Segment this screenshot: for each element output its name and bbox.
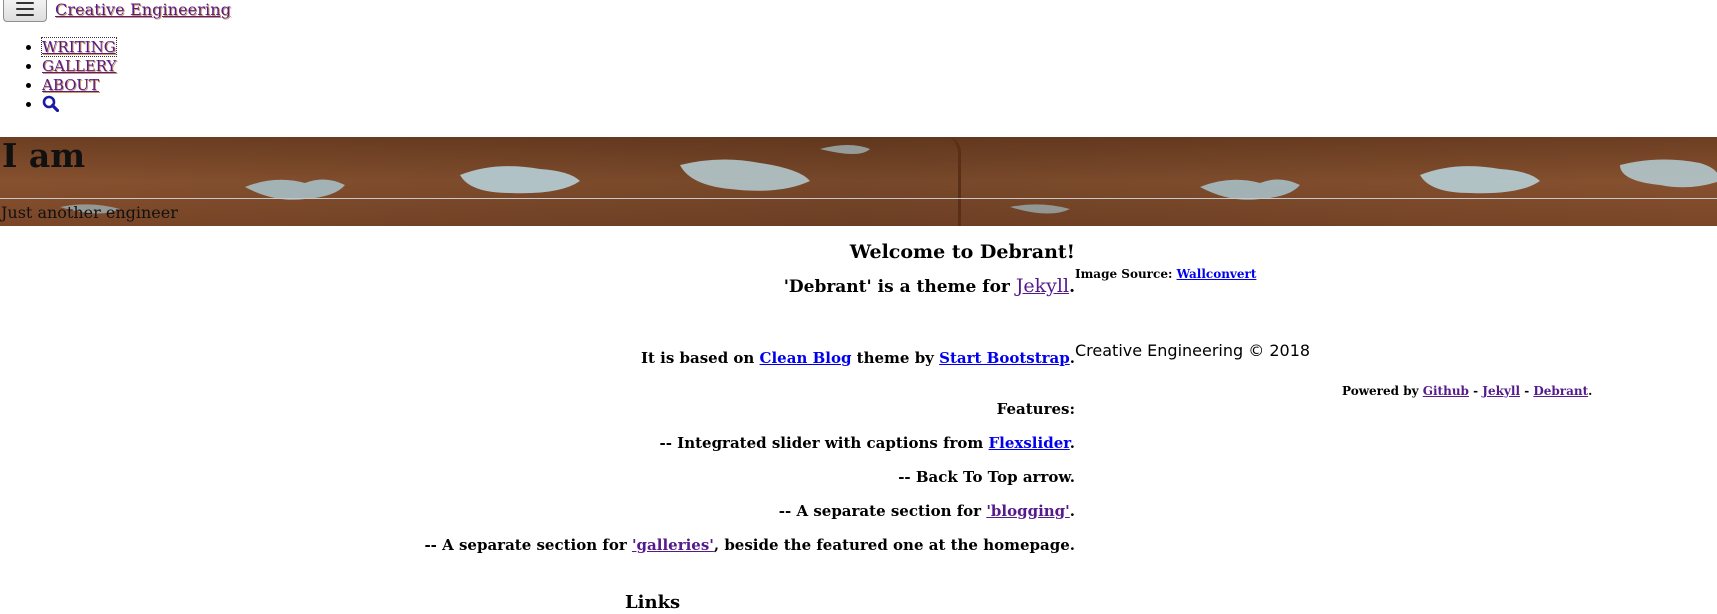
search-link[interactable] bbox=[42, 95, 59, 113]
based-text: It is based on bbox=[640, 349, 760, 367]
search-icon bbox=[42, 95, 59, 112]
feature-slider-period: . bbox=[1069, 434, 1075, 452]
banner-background-image bbox=[0, 137, 1717, 226]
header-banner: I am Just another engineer bbox=[0, 137, 1717, 226]
jekyll-link[interactable]: Jekyll bbox=[1016, 275, 1069, 297]
debrant-link[interactable]: Debrant bbox=[1533, 384, 1588, 398]
footer-copyright: Creative Engineering © 2018 bbox=[1075, 341, 1311, 360]
blogging-link[interactable]: 'blogging' bbox=[986, 502, 1069, 520]
feature-slider-line: -- Integrated slider with captions from … bbox=[660, 433, 1076, 453]
theme-text: 'Debrant' is a theme for bbox=[783, 277, 1016, 297]
welcome-heading: Welcome to Debrant! bbox=[849, 241, 1075, 263]
feature-galleries-suffix: , beside the featured one at the homepag… bbox=[713, 536, 1075, 554]
hamburger-icon bbox=[16, 2, 34, 16]
feature-galleries-text: -- A separate section for bbox=[424, 536, 632, 554]
header-divider bbox=[0, 198, 1717, 199]
nav-list: WRITING GALLERY ABOUT bbox=[20, 37, 117, 114]
based-on-line: It is based on Clean Blog theme by Start… bbox=[641, 348, 1075, 368]
nav-item-about: ABOUT bbox=[42, 76, 116, 95]
wallconvert-link[interactable]: Wallconvert bbox=[1177, 267, 1257, 281]
feature-blogging-line: -- A separate section for 'blogging'. bbox=[779, 501, 1075, 521]
features-label: Features: bbox=[996, 400, 1075, 418]
nav-link-about[interactable]: ABOUT bbox=[42, 76, 99, 94]
feature-galleries-line: -- A separate section for 'galleries', b… bbox=[424, 535, 1075, 555]
nav-link-writing[interactable]: WRITING bbox=[41, 37, 117, 57]
image-source-label: Image Source: bbox=[1075, 267, 1177, 281]
brand-link[interactable]: Creative Engineering bbox=[55, 0, 231, 20]
nav-link-gallery[interactable]: GALLERY bbox=[42, 57, 116, 75]
theme-line: 'Debrant' is a theme for Jekyll. bbox=[784, 276, 1075, 297]
powered-label: Powered by bbox=[1342, 384, 1423, 398]
menu-toggle-button[interactable] bbox=[3, 0, 47, 22]
github-link[interactable]: Github bbox=[1423, 384, 1469, 398]
header-subtitle: Just another engineer bbox=[1, 203, 178, 222]
footer-powered-by: Powered by Github - Jekyll - Debrant. bbox=[1342, 384, 1592, 398]
image-source: Image Source: Wallconvert bbox=[1075, 267, 1256, 281]
powered-sep-2: - bbox=[1520, 384, 1534, 398]
feature-blogging-text: -- A separate section for bbox=[778, 502, 987, 520]
start-bootstrap-link[interactable]: Start Bootstrap bbox=[939, 349, 1070, 367]
clean-blog-link[interactable]: Clean Blog bbox=[760, 349, 852, 367]
based-mid-text: theme by bbox=[851, 349, 940, 367]
nav-item-search bbox=[42, 95, 116, 114]
nav-item-gallery: GALLERY bbox=[42, 57, 116, 76]
header-title: I am bbox=[2, 137, 86, 175]
flexslider-link[interactable]: Flexslider bbox=[989, 434, 1070, 452]
galleries-link[interactable]: 'galleries' bbox=[632, 536, 714, 554]
footer-jekyll-link[interactable]: Jekyll bbox=[1482, 384, 1520, 398]
powered-end: . bbox=[1588, 384, 1593, 398]
powered-sep-1: - bbox=[1468, 384, 1483, 398]
links-heading: Links bbox=[625, 592, 681, 613]
feature-back-to-top: -- Back To Top arrow. bbox=[898, 468, 1075, 486]
feature-slider-text: -- Integrated slider with captions from bbox=[659, 434, 989, 452]
feature-blogging-period: . bbox=[1069, 502, 1075, 520]
nav-item-writing: WRITING bbox=[41, 37, 117, 57]
